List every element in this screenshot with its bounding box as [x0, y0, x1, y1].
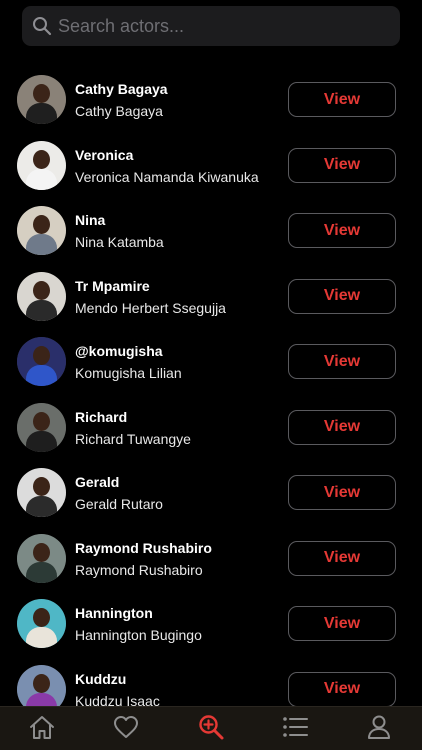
- view-button[interactable]: View: [288, 671, 396, 707]
- heart-icon: [112, 713, 140, 746]
- actor-row: Cathy Bagaya Cathy Bagaya View: [0, 68, 422, 133]
- view-button[interactable]: View: [288, 475, 396, 510]
- actor-full-name: Raymond Rushabiro: [75, 561, 203, 578]
- actor-name: Gerald: [75, 474, 120, 490]
- actor-full-name: Nina Katamba: [75, 234, 164, 250]
- actor-row: Veronica Veronica Namanda Kiwanuka View: [0, 134, 422, 199]
- actor-name: Kuddzu: [75, 670, 127, 687]
- actor-row: Tr Mpamire Mendo Herbert Ssegujja View: [0, 265, 422, 330]
- actor-name: Hannington: [75, 605, 153, 621]
- actor-name: Tr Mpamire: [75, 277, 150, 294]
- avatar: [17, 206, 66, 255]
- tab-profile[interactable]: [365, 715, 393, 743]
- actor-name: Cathy Bagaya: [75, 81, 168, 97]
- actor-row: Gerald Gerald Rutaro View: [0, 461, 422, 526]
- tab-home[interactable]: [28, 715, 56, 743]
- actor-full-name: Mendo Herbert Ssegujja: [75, 299, 226, 316]
- avatar: [17, 468, 66, 517]
- view-button[interactable]: View: [288, 409, 396, 445]
- tab-bar: [0, 706, 422, 750]
- actor-full-name: Komugisha Lilian: [75, 365, 182, 381]
- search-zoom-icon: [197, 713, 225, 746]
- actor-full-name: Veronica Namanda Kiwanuka: [75, 168, 259, 185]
- view-button[interactable]: View: [288, 540, 396, 576]
- search-bar[interactable]: [22, 6, 400, 46]
- view-button[interactable]: View: [288, 213, 396, 248]
- avatar: [17, 337, 66, 386]
- actor-name: Richard: [75, 408, 128, 425]
- tab-list[interactable]: [281, 715, 309, 743]
- avatar: [17, 599, 66, 648]
- actor-full-name: Gerald Rutaro: [75, 496, 163, 512]
- list-icon: [281, 713, 309, 746]
- actor-full-name: Cathy Bagaya: [75, 103, 163, 119]
- avatar: [17, 75, 66, 124]
- actor-name: Nina: [75, 212, 106, 228]
- view-button[interactable]: View: [288, 344, 396, 379]
- actor-row: @komugisha Komugisha Lilian View: [0, 330, 422, 395]
- actor-name: Veronica: [75, 146, 134, 163]
- tab-search[interactable]: [197, 713, 225, 746]
- view-button[interactable]: View: [288, 147, 396, 183]
- search-icon: [32, 16, 52, 36]
- view-button[interactable]: View: [288, 278, 396, 314]
- actor-row: Raymond Rushabiro Raymond Rushabiro View: [0, 527, 422, 592]
- avatar: [17, 402, 66, 452]
- actor-full-name: Richard Tuwangye: [75, 430, 191, 447]
- view-button[interactable]: View: [288, 606, 396, 641]
- search-input[interactable]: [58, 8, 400, 44]
- actor-name: @komugisha: [75, 343, 163, 359]
- actor-row: Hannington Hannington Bugingo View: [0, 592, 422, 657]
- avatar: [17, 533, 66, 583]
- actor-row: Nina Nina Katamba View: [0, 199, 422, 264]
- avatar: [17, 140, 66, 190]
- avatar: [17, 271, 66, 321]
- view-button[interactable]: View: [288, 82, 396, 117]
- actor-row: Richard Richard Tuwangye View: [0, 396, 422, 461]
- tab-favorites[interactable]: [112, 715, 140, 743]
- actor-name: Raymond Rushabiro: [75, 539, 212, 556]
- user-icon: [365, 713, 393, 746]
- home-icon: [28, 713, 56, 746]
- actor-full-name: Hannington Bugingo: [75, 627, 202, 643]
